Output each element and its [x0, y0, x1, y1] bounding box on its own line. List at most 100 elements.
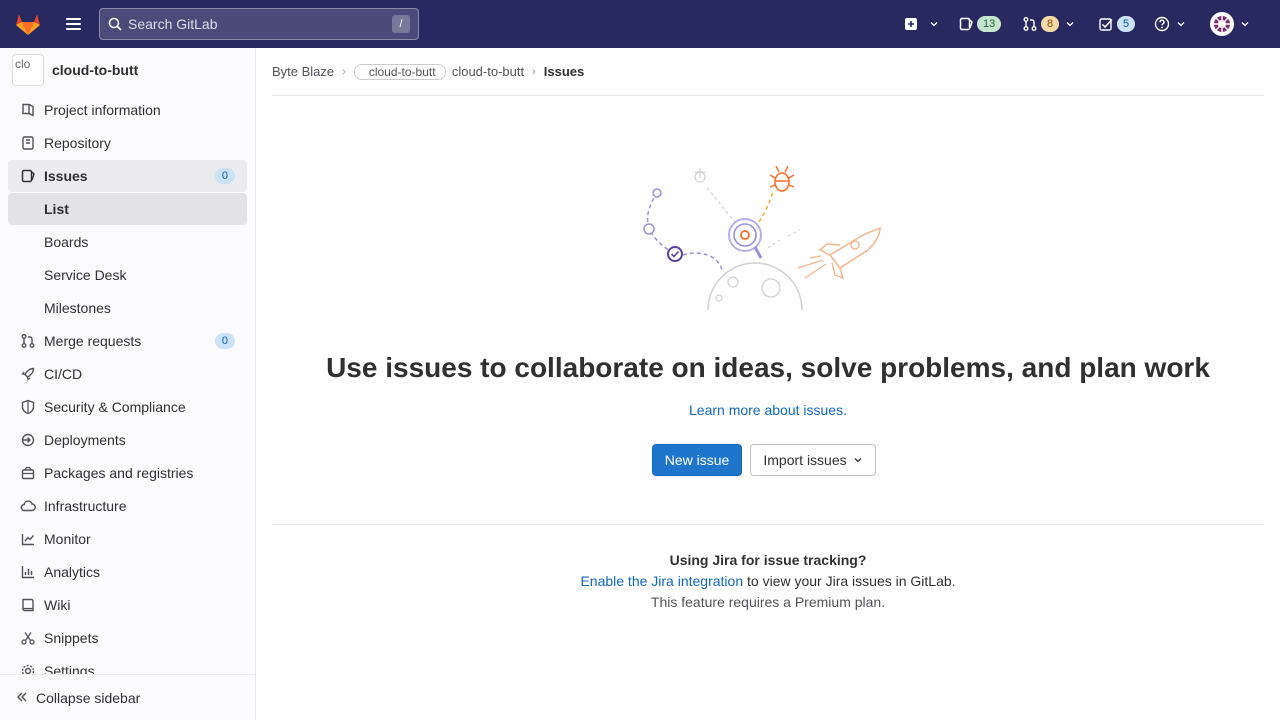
jira-premium-note: This feature requires a Premium plan.	[650, 594, 886, 610]
sidebar-item-label: Merge requests	[44, 333, 142, 349]
sidebar-item-label: Wiki	[44, 597, 71, 613]
monitor-icon	[20, 531, 36, 547]
mr-count-badge: 8	[1041, 16, 1060, 32]
sidebar-item-boards[interactable]: Boards	[8, 226, 247, 258]
merge-requests-dropdown[interactable]: 8	[1022, 12, 1074, 36]
search-input[interactable]: Search GitLab /	[99, 8, 419, 40]
package-icon	[20, 465, 36, 481]
sidebar-item-wiki[interactable]: Wiki	[8, 589, 247, 621]
issues-icon	[959, 17, 973, 31]
menu-icon[interactable]	[56, 7, 90, 41]
todo-icon	[1099, 18, 1113, 31]
sidebar-item-security-compliance[interactable]: Security & Compliance	[8, 391, 247, 423]
issues-count-badge: 13	[977, 16, 1002, 32]
project-header[interactable]: clo cloud-to-butt	[12, 54, 138, 86]
issues-empty-state-illustration	[643, 165, 881, 310]
issues-nav-button[interactable]: 13	[958, 12, 1002, 36]
sidebar-item-label: Snippets	[44, 630, 99, 646]
sidebar-item-label: Packages and registries	[44, 465, 194, 481]
sidebar-item-issues[interactable]: Issues 0	[8, 160, 247, 192]
sidebar-item-label: List	[44, 201, 69, 217]
merge-request-icon	[20, 333, 36, 349]
chart-icon	[20, 564, 36, 580]
sidebar-item-monitor[interactable]: Monitor	[8, 523, 247, 555]
collapse-sidebar-button[interactable]: Collapse sidebar	[0, 674, 255, 720]
snippet-icon	[20, 630, 36, 646]
breadcrumb: Byte Blaze › cloud-to-butt cloud-to-butt…	[272, 48, 1264, 96]
chevron-down-icon	[1066, 22, 1074, 27]
merge-requests-count-badge: 0	[214, 333, 235, 349]
sidebar-item-label: Monitor	[44, 531, 91, 547]
search-shortcut-badge: /	[392, 15, 410, 33]
sidebar-item-service-desk[interactable]: Service Desk	[8, 259, 247, 291]
enable-jira-integration-link[interactable]: Enable the Jira integration	[580, 573, 743, 589]
sidebar-item-label: Service Desk	[44, 267, 127, 283]
sidebar-item-label: Milestones	[44, 300, 111, 316]
user-menu-dropdown[interactable]	[1210, 12, 1249, 36]
sidebar-item-milestones[interactable]: Milestones	[8, 292, 247, 324]
jira-title: Using Jira for issue tracking?	[669, 552, 867, 568]
empty-state-title: Use issues to collaborate on ideas, solv…	[326, 352, 1210, 383]
sidebar-item-analytics[interactable]: Analytics	[8, 556, 247, 588]
sidebar-item-list[interactable]: List	[8, 193, 247, 225]
chevron-down-icon	[854, 458, 862, 463]
avatar	[1210, 12, 1234, 36]
project-avatar: clo	[12, 54, 44, 86]
import-issues-label: Import issues	[763, 452, 847, 468]
merge-request-icon	[1023, 17, 1037, 31]
new-issue-button[interactable]: New issue	[652, 444, 742, 476]
todos-button[interactable]: 5	[1098, 12, 1136, 36]
sidebar-item-snippets[interactable]: Snippets	[8, 622, 247, 654]
sidebar-item-repository[interactable]: Repository	[8, 127, 247, 159]
chevron-down-icon	[1177, 22, 1185, 27]
divider	[272, 524, 1264, 525]
sidebar-item-label: Repository	[44, 135, 111, 151]
repository-icon	[20, 135, 36, 151]
sidebar-item-label: Analytics	[44, 564, 101, 580]
sidebar-item-label: Security & Compliance	[44, 399, 186, 415]
plus-square-icon	[905, 18, 917, 30]
sidebar-item-merge-requests[interactable]: Merge requests 0	[8, 325, 247, 357]
breadcrumb-project-avatar: cloud-to-butt	[353, 63, 446, 80]
search-icon	[108, 17, 122, 31]
jira-description: Enable the Jira integration to view your…	[272, 573, 1264, 589]
todo-count-badge: 5	[1117, 16, 1136, 32]
sidebar-item-label: Deployments	[44, 432, 126, 448]
double-chevron-left-icon	[16, 690, 28, 706]
chevron-right-icon: ›	[532, 65, 536, 78]
create-new-dropdown[interactable]	[903, 12, 938, 36]
search-placeholder: Search GitLab	[128, 16, 218, 32]
breadcrumb-group-link[interactable]: Byte Blaze	[272, 64, 334, 79]
cloud-icon	[20, 498, 36, 514]
sidebar-item-label: CI/CD	[44, 366, 83, 382]
issues-icon	[20, 168, 36, 184]
sidebar-item-label: Issues	[44, 168, 88, 184]
sidebar-item-infrastructure[interactable]: Infrastructure	[8, 490, 247, 522]
collapse-sidebar-label: Collapse sidebar	[36, 689, 141, 706]
deployments-icon	[20, 432, 36, 448]
project-info-icon	[20, 102, 36, 118]
sidebar-item-ci-cd[interactable]: CI/CD	[8, 358, 247, 390]
rocket-icon	[20, 366, 36, 382]
help-dropdown[interactable]	[1154, 12, 1185, 36]
breadcrumb-project-link[interactable]: cloud-to-butt	[452, 64, 524, 79]
sidebar: clo cloud-to-butt Project information Re…	[0, 48, 256, 720]
sidebar-item-label: Project information	[44, 102, 161, 118]
sidebar-item-project-information[interactable]: Project information	[8, 94, 247, 126]
project-name: cloud-to-butt	[52, 62, 139, 78]
shield-icon	[20, 399, 36, 415]
chevron-down-icon	[930, 22, 938, 27]
sidebar-item-label: Infrastructure	[44, 498, 127, 514]
book-icon	[20, 597, 36, 613]
sidebar-item-label: Boards	[44, 234, 89, 250]
chevron-down-icon	[1241, 22, 1249, 27]
breadcrumb-current[interactable]: Issues	[544, 64, 584, 79]
learn-more-label[interactable]: Learn more about issues.	[689, 402, 847, 418]
sidebar-item-deployments[interactable]: Deployments	[8, 424, 247, 456]
jira-description-text: to view your Jira issues in GitLab.	[743, 573, 956, 589]
issues-count-badge: 0	[214, 168, 235, 184]
gitlab-logo-icon[interactable]	[0, 0, 56, 48]
learn-more-link[interactable]: Learn more about issues.	[272, 402, 1264, 418]
sidebar-item-packages-registries[interactable]: Packages and registries	[8, 457, 247, 489]
import-issues-dropdown[interactable]: Import issues	[750, 444, 876, 476]
